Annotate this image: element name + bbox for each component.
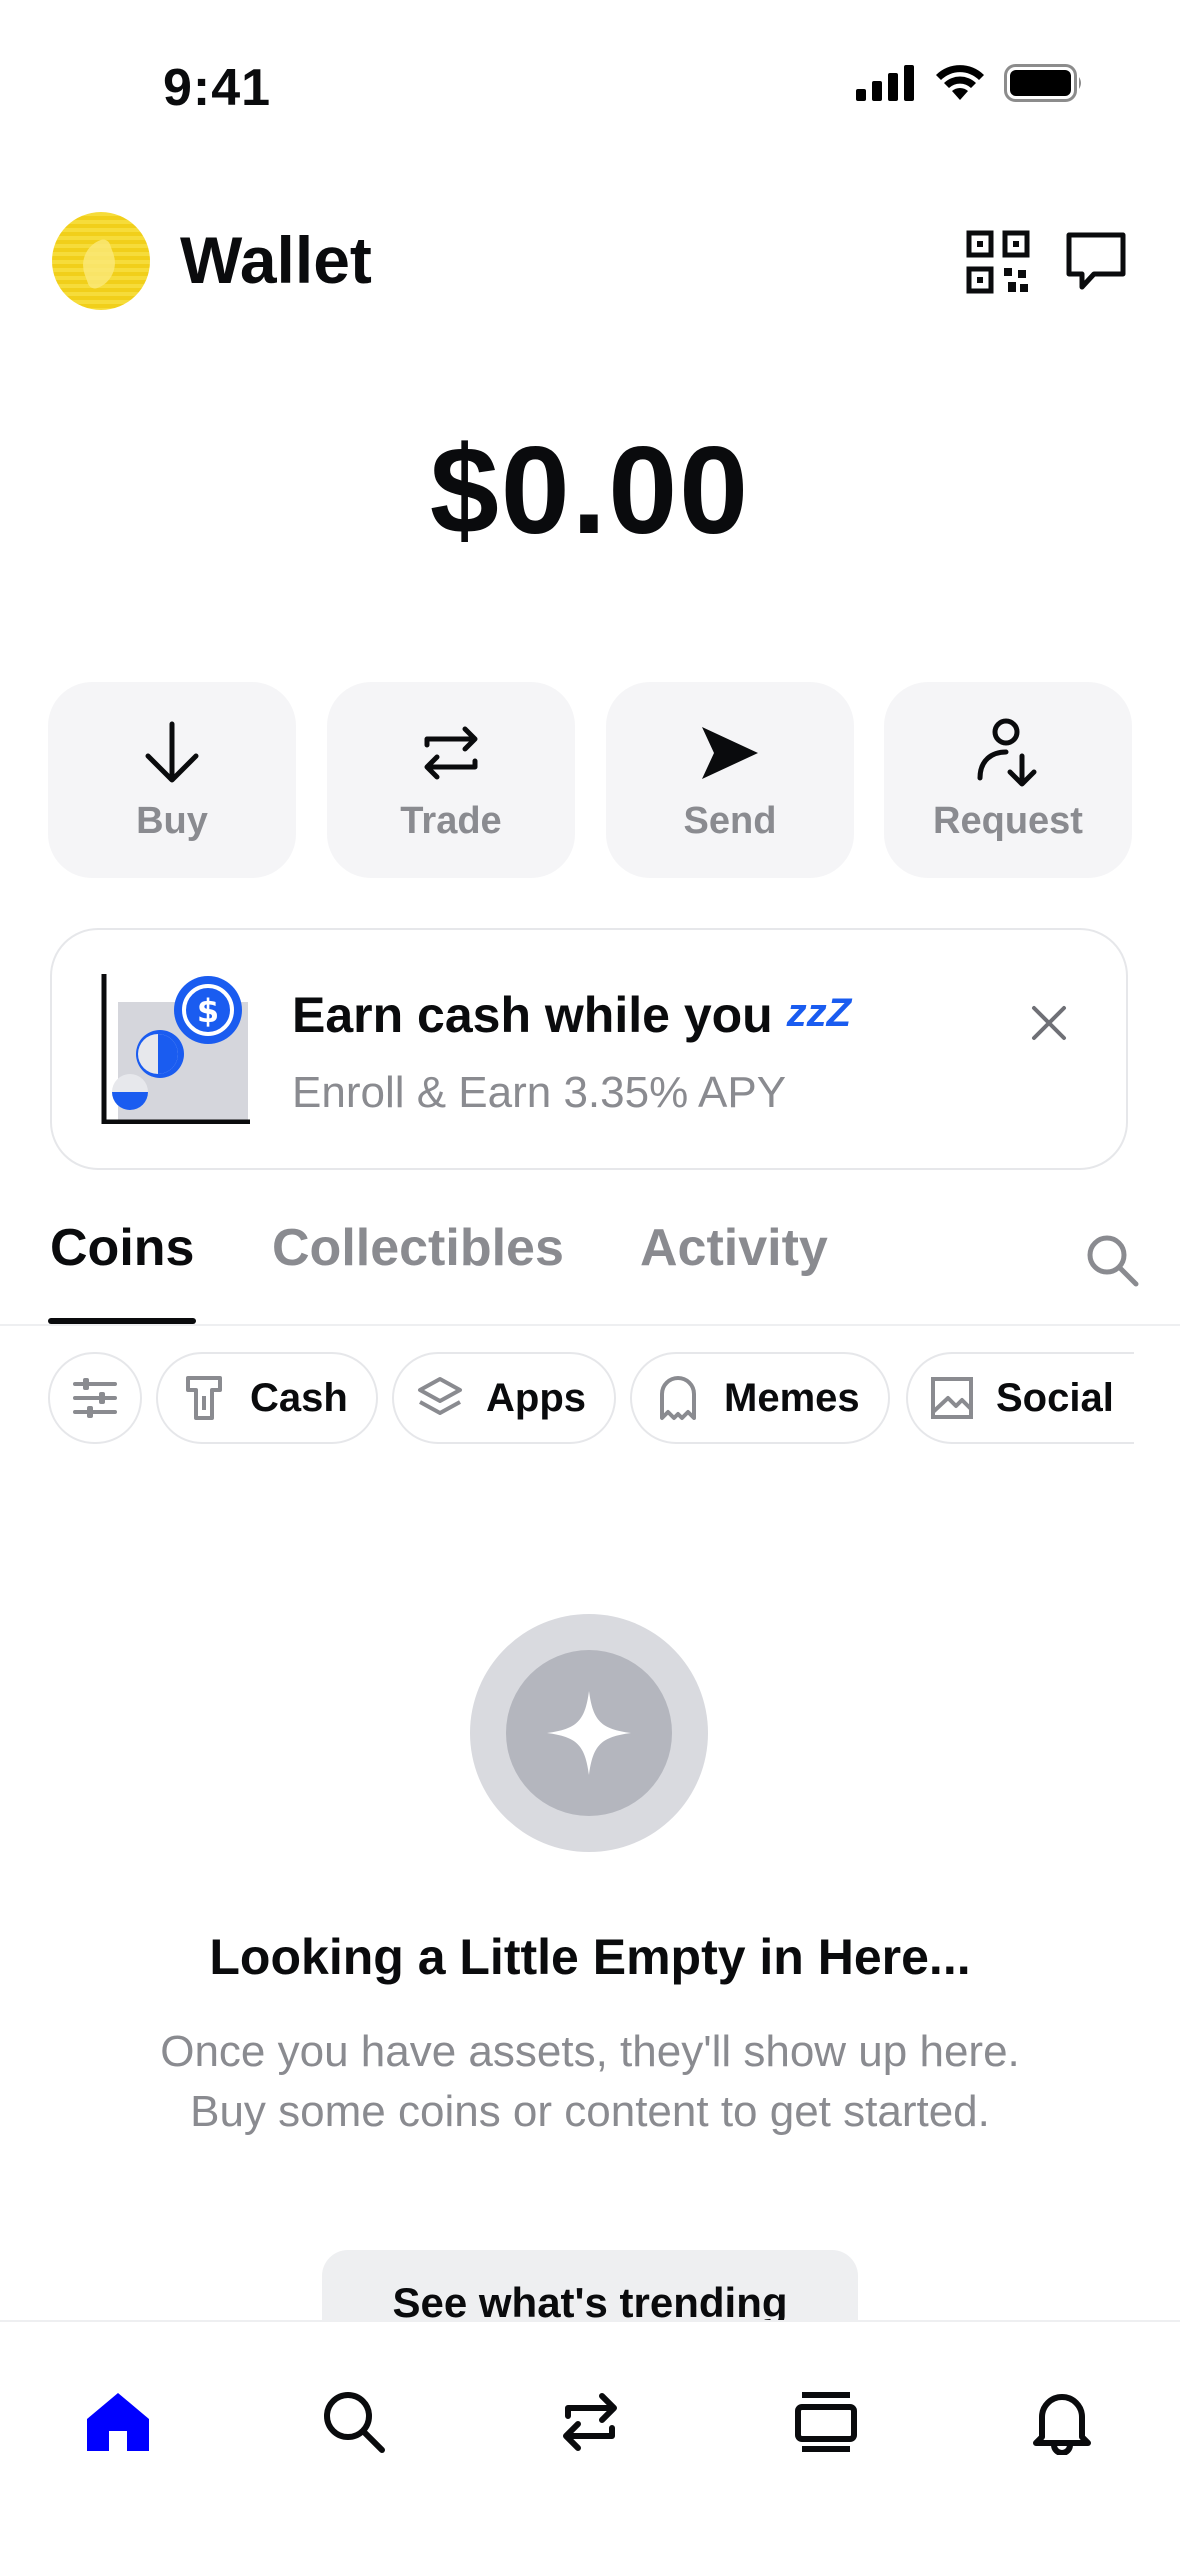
image-icon	[931, 1377, 973, 1419]
nav-notifications[interactable]	[1022, 2382, 1102, 2462]
earn-chart-illustration-icon: $	[101, 974, 250, 1124]
filter-settings-chip[interactable]	[48, 1352, 142, 1444]
sparkle-icon	[547, 1691, 631, 1775]
nav-browse[interactable]	[786, 2382, 866, 2462]
nav-search[interactable]	[314, 2382, 394, 2462]
browse-icon	[795, 2392, 857, 2452]
notifications-icon	[1033, 2394, 1091, 2455]
chip-apps-label: Apps	[486, 1375, 586, 1420]
request-user-icon	[977, 718, 1037, 787]
chip-cash-label: Cash	[250, 1375, 348, 1420]
tabs-divider	[0, 1324, 1180, 1326]
chip-cash[interactable]: Cash	[156, 1352, 378, 1444]
trade-button[interactable]: Trade	[327, 682, 575, 878]
status-time: 9:41	[163, 59, 272, 117]
search-icon	[324, 2392, 385, 2453]
send-label: Send	[683, 800, 777, 842]
cash-icon	[186, 1376, 222, 1420]
arrow-down-icon	[145, 721, 199, 783]
chip-social-label: Social	[996, 1375, 1114, 1420]
bottom-nav	[0, 2320, 1180, 2558]
zzz-decoration: zzZ	[786, 991, 852, 1035]
buy-button[interactable]: Buy	[48, 682, 296, 878]
promo-title: Earn cash while you zzZ	[292, 986, 851, 1044]
trade-icon	[563, 2393, 617, 2451]
promo-subtitle: Enroll & Earn 3.35% APY	[292, 1068, 787, 1117]
earn-promo-card[interactable]: $ Earn cash while you zzZ Enroll & Earn …	[50, 928, 1128, 1170]
cellular-signal-icon	[856, 65, 914, 101]
request-button[interactable]: Request	[884, 682, 1132, 878]
empty-state-illustration	[470, 1614, 708, 1852]
empty-state-description: Once you have assets, they'll show up he…	[160, 2027, 1020, 2136]
qr-code-icon	[966, 230, 1030, 294]
layers-icon	[418, 1377, 462, 1415]
sliders-icon	[73, 1378, 117, 1418]
send-button[interactable]: Send	[606, 682, 854, 878]
chip-social[interactable]: Social	[906, 1352, 1134, 1444]
tab-activity[interactable]: Activity	[640, 1218, 828, 1278]
promo-close-button[interactable]	[1024, 998, 1074, 1048]
messages-button[interactable]	[1064, 230, 1128, 294]
close-icon	[1032, 1006, 1066, 1040]
chip-memes-label: Memes	[724, 1375, 860, 1420]
empty-state-title: Looking a Little Empty in Here...	[209, 1929, 971, 1985]
battery-icon	[1004, 64, 1081, 102]
asset-search-button[interactable]	[1084, 1232, 1140, 1288]
swap-arrows-icon	[424, 726, 478, 780]
status-icons	[856, 64, 1084, 102]
empty-state-inner-circle	[506, 1650, 672, 1816]
balance-amount: $0.00	[429, 422, 751, 560]
page-title: Wallet	[180, 223, 372, 297]
chip-memes[interactable]: Memes	[630, 1352, 890, 1444]
message-icon	[1066, 232, 1126, 290]
tab-coins[interactable]: Coins	[50, 1218, 194, 1278]
buy-label: Buy	[136, 800, 208, 842]
wifi-icon	[936, 65, 984, 100]
send-icon	[702, 727, 758, 779]
search-icon	[1087, 1235, 1139, 1287]
chip-apps[interactable]: Apps	[392, 1352, 616, 1444]
promo-title-text: Earn cash while you	[292, 987, 773, 1043]
svg-text:$: $	[197, 992, 219, 1030]
tab-collectibles[interactable]: Collectibles	[272, 1218, 564, 1278]
nav-trade[interactable]	[550, 2382, 630, 2462]
avatar[interactable]	[52, 212, 150, 310]
request-label: Request	[933, 800, 1083, 842]
trade-label: Trade	[400, 800, 502, 842]
home-icon	[87, 2393, 149, 2451]
ghost-icon	[660, 1376, 696, 1420]
qr-code-button[interactable]	[966, 230, 1030, 294]
nav-home[interactable]	[78, 2382, 158, 2462]
